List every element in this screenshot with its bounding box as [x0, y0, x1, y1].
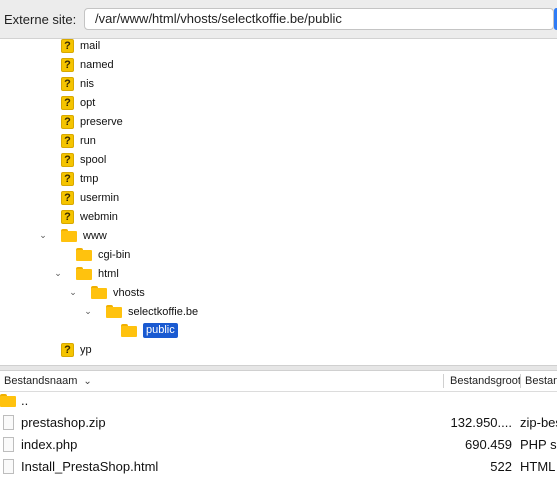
file-type: PHP script	[520, 437, 557, 452]
tree-item-label: yp	[80, 343, 92, 356]
file-list-header: Bestandsnaam ⌄ Bestandsgrootte Bestandsty…	[0, 371, 557, 392]
folder-icon	[76, 248, 92, 261]
tree-item-label: nis	[80, 77, 95, 90]
unknown-folder-icon: ?	[61, 114, 74, 129]
folder-icon	[121, 324, 137, 337]
tree-item-tmp[interactable]: ? tmp	[61, 169, 98, 188]
folder-icon	[61, 229, 77, 242]
file-size: 522	[490, 459, 512, 474]
column-header-name[interactable]: Bestandsnaam ⌄	[4, 375, 434, 387]
chevron-down-icon[interactable]: ⌄	[84, 306, 92, 316]
unknown-folder-icon: ?	[61, 133, 74, 148]
tree-item-label: usermin	[80, 191, 120, 204]
tree-item-html[interactable]: html	[76, 264, 119, 283]
tree-item-vhosts[interactable]: vhosts	[91, 283, 145, 302]
tree-item-label: preserve	[80, 115, 123, 128]
folder-icon	[91, 286, 107, 299]
tree-item-mail[interactable]: ? mail	[61, 38, 100, 55]
file-type: HTML	[520, 459, 556, 474]
tree-item-label-selected: public	[143, 323, 178, 338]
file-name: index.php	[21, 437, 78, 452]
column-divider[interactable]	[520, 374, 521, 388]
tree-item-label: webmin	[80, 210, 118, 223]
file-name: prestashop.zip	[21, 415, 106, 430]
chevron-down-icon[interactable]: ⌄	[39, 230, 47, 240]
unknown-folder-icon: ?	[61, 171, 74, 186]
tree-item-public[interactable]: public	[121, 321, 178, 340]
tree-item-selectkoffie[interactable]: selectkoffie.be	[106, 302, 198, 321]
unknown-folder-icon: ?	[61, 190, 74, 205]
remote-site-label: Externe site:	[4, 12, 77, 27]
column-header-size[interactable]: Bestandsgrootte	[450, 375, 520, 387]
tree-item-label: selectkoffie.be	[128, 305, 199, 318]
file-size: 690.459	[465, 437, 512, 452]
tree-item-label: cgi-bin	[98, 248, 131, 261]
file-icon	[3, 415, 14, 430]
tree-item-label: spool	[80, 153, 107, 166]
unknown-folder-icon: ?	[61, 76, 74, 91]
folder-icon	[76, 267, 92, 280]
file-row-parent[interactable]: ..	[0, 390, 557, 412]
file-row[interactable]: Install_PrestaShop.html 522 HTML	[0, 456, 557, 478]
unknown-folder-icon: ?	[61, 57, 74, 72]
file-size: 132.950....	[450, 415, 512, 430]
tree-item-preserve[interactable]: ? preserve	[61, 112, 123, 131]
file-row[interactable]: prestashop.zip 132.950.... zip-bestand	[0, 412, 557, 434]
chevron-down-icon: ⌄	[83, 376, 92, 387]
tree-item-label: opt	[80, 96, 96, 109]
tree-item-cgi-bin[interactable]: cgi-bin	[76, 245, 130, 264]
remote-site-bar: Externe site: /var/www/html/vhosts/selec…	[0, 0, 557, 39]
tree-item-webmin[interactable]: ? webmin	[61, 207, 118, 226]
unknown-folder-icon: ?	[61, 209, 74, 224]
tree-item-label: www	[83, 229, 107, 242]
tree-item-nis[interactable]: ? nis	[61, 74, 94, 93]
file-icon	[3, 459, 14, 474]
file-name: ..	[21, 393, 29, 408]
chevron-down-icon[interactable]: ⌄	[69, 287, 77, 297]
tree-item-label: run	[80, 134, 96, 147]
chevron-down-icon[interactable]: ⌄	[54, 268, 62, 278]
tree-item-run[interactable]: ? run	[61, 131, 96, 150]
tree-item-yp[interactable]: ? yp	[61, 340, 92, 359]
column-divider[interactable]	[443, 374, 444, 388]
tree-item-label: vhosts	[113, 286, 145, 299]
file-row[interactable]: index.php 690.459 PHP script	[0, 434, 557, 456]
tree-item-label: mail	[80, 39, 101, 52]
file-type: zip-bestand	[520, 415, 557, 430]
remote-directory-tree[interactable]: ? mail ? named ? nis ? opt ? preserve ? …	[0, 38, 557, 365]
unknown-folder-icon: ?	[61, 38, 74, 53]
unknown-folder-icon: ?	[61, 152, 74, 167]
tree-item-label: tmp	[80, 172, 99, 185]
tree-item-label: html	[98, 267, 119, 280]
column-header-type[interactable]: Bestandstype	[525, 375, 557, 387]
folder-icon	[0, 394, 16, 407]
tree-item-opt[interactable]: ? opt	[61, 93, 95, 112]
tree-item-label: named	[80, 58, 114, 71]
folder-icon	[106, 305, 122, 318]
file-icon	[3, 437, 14, 452]
tree-item-named[interactable]: ? named	[61, 55, 114, 74]
unknown-folder-icon: ?	[61, 342, 74, 357]
file-name: Install_PrestaShop.html	[21, 459, 159, 474]
remote-path-input[interactable]: /var/www/html/vhosts/selectkoffie.be/pub…	[84, 8, 554, 30]
tree-item-usermin[interactable]: ? usermin	[61, 188, 119, 207]
tree-item-www[interactable]: www	[61, 226, 107, 245]
column-name-label: Bestandsnaam	[4, 375, 78, 387]
tree-item-spool[interactable]: ? spool	[61, 150, 106, 169]
unknown-folder-icon: ?	[61, 95, 74, 110]
